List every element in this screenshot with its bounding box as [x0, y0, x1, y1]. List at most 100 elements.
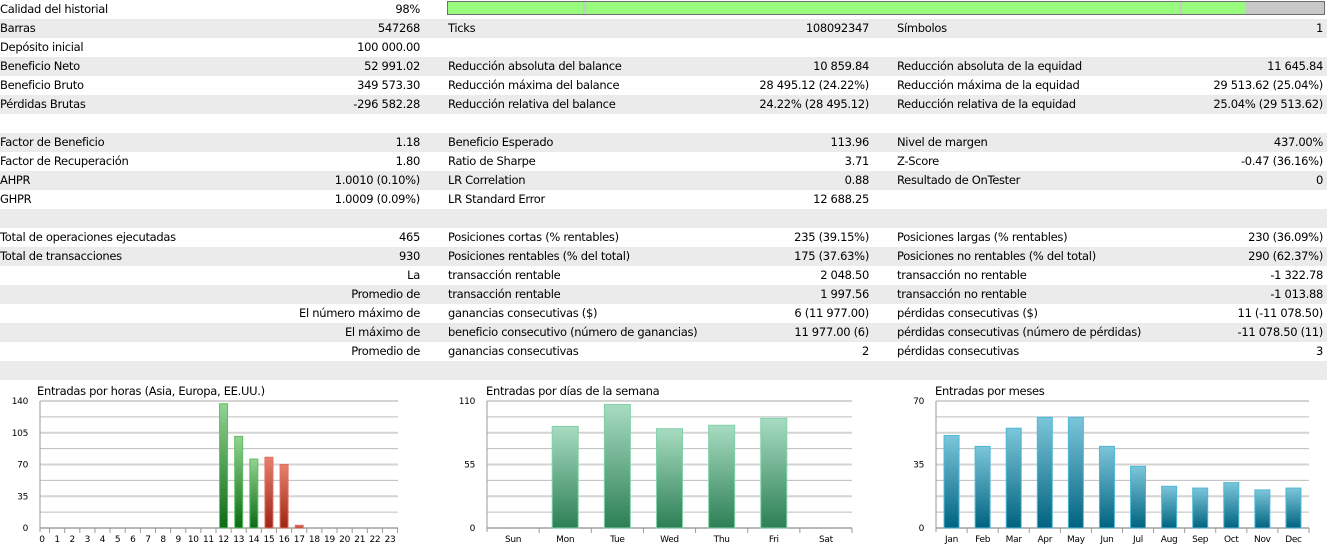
table-row: Promedio de transacción rentable 1 997.56 t…: [0, 285, 1327, 304]
bar-Aug: [1161, 485, 1178, 529]
cell-value: El número máximo de: [299, 306, 420, 320]
x-tick-label: 17: [294, 535, 305, 545]
history-quality-bar: [447, 1, 1325, 15]
cell-value: 113.96: [830, 135, 870, 149]
cell-value: 349 573.30: [357, 78, 420, 92]
cell-label: Posiciones largas (% rentables): [897, 230, 1068, 244]
report-table: Calidad del historial 98% Barras 547268 Ti…: [0, 0, 1327, 380]
bar-Jul: [1130, 465, 1147, 529]
cell-value: Promedio de: [351, 287, 420, 301]
x-tick-label: 7: [145, 535, 150, 545]
cell-value: 12 688.25: [813, 192, 869, 206]
x-tick-label: 9: [175, 535, 181, 545]
table-row: Factor de Beneficio 1.18 Beneficio Esperad…: [0, 133, 1327, 152]
table-row: Beneficio Bruto 349 573.30 Reducción máxim…: [0, 76, 1327, 95]
x-tick-label: 11: [203, 535, 214, 545]
x-tick-label: 13: [233, 535, 244, 545]
cell-label: GHPR: [0, 192, 32, 206]
x-tick-label: Feb: [975, 535, 991, 545]
bar-Fri: [760, 417, 788, 529]
x-tick-label: 22: [369, 535, 380, 545]
x-tick-label: 12: [218, 535, 229, 545]
cell-value: 11 645.84: [1267, 59, 1323, 73]
x-tick-label: Wed: [660, 535, 679, 545]
table-row: Promedio de ganancias consecutivas 2 pérdid…: [0, 342, 1327, 361]
cell-value: 235 (39.15%): [794, 230, 869, 244]
cell-value: 25.04% (29 513.62): [1213, 97, 1323, 111]
cell-value: 52 991.02: [364, 59, 420, 73]
bar-Thu: [708, 424, 736, 529]
bar-Wed: [656, 428, 683, 529]
cell-label: Reducción máxima de la equidad: [897, 78, 1080, 92]
cell-value: -1 013.88: [1270, 287, 1323, 301]
cell-value: 24.22% (28 495.12): [759, 97, 869, 111]
cell-label: Z-Score: [897, 154, 939, 168]
table-row: La transacción rentable 2 048.50 transacció…: [0, 266, 1327, 285]
cell-label: beneficio consecutivo (número de gananci…: [448, 325, 698, 339]
bar-Apr: [1036, 416, 1053, 529]
bar-May: [1067, 416, 1084, 529]
cell-label: Depósito inicial: [0, 40, 84, 54]
x-tick-label: 2: [70, 535, 75, 545]
cell-label: Resultado de OnTester: [897, 173, 1021, 187]
cell-value: 465: [398, 230, 420, 244]
x-tick-label: Thu: [713, 535, 730, 545]
cell-label: pérdidas consecutivas ($): [897, 306, 1038, 320]
bar-17: [294, 524, 304, 529]
cell-label: ganancias consecutivas: [448, 344, 579, 358]
bar-Mar: [1005, 427, 1022, 529]
cell-value: -0.47 (36.16%): [1240, 154, 1323, 168]
cell-label: Beneficio Bruto: [0, 78, 84, 92]
cell-label: Reducción relativa del balance: [448, 97, 616, 111]
cell-label: ganancias consecutivas ($): [448, 306, 598, 320]
cell-value: 28 495.12 (24.22%): [759, 78, 869, 92]
y-tick-label: 0: [23, 524, 29, 534]
cell-value: 1: [1315, 21, 1323, 35]
cell-label: Ticks: [448, 21, 476, 35]
chart-title: Entradas por días de la semana: [486, 384, 660, 398]
table-row: Factor de Recuperación 1.80 Ratio de Sharp…: [0, 152, 1327, 171]
x-tick-label: Fri: [769, 535, 779, 545]
cell-label: Beneficio Neto: [0, 59, 80, 73]
cell-value: -11 078.50 (11): [1237, 325, 1324, 339]
chart-entries-by-month: 0 35 70 Jan Feb Mar Apr May Jun Jul Aug Sep Oct Nov De…: [890, 380, 1327, 560]
cell-label: Total de transacciones: [0, 249, 122, 263]
y-tick-label: 55: [464, 461, 475, 471]
cell-value: 1.0010 (0.10%): [334, 173, 421, 187]
cell-label: LR Standard Error: [448, 192, 545, 206]
cell-value: Promedio de: [351, 344, 420, 358]
cell-value: 11 977.00 (6): [794, 325, 869, 339]
x-tick-label: Jun: [1099, 535, 1113, 545]
cell-label: Beneficio Esperado: [448, 135, 554, 149]
bar-Feb: [974, 445, 991, 529]
x-tick-label: Jan: [944, 535, 958, 545]
bar-Sep: [1192, 487, 1209, 529]
x-tick-label: 18: [309, 535, 320, 545]
x-tick-label: Sat: [819, 535, 834, 545]
cell-label: Nivel de margen: [897, 135, 988, 149]
x-tick-label: 10: [188, 535, 199, 545]
cell-value: 3.71: [844, 154, 870, 168]
bar-Mon: [551, 425, 579, 529]
bar-Oct: [1223, 482, 1240, 529]
x-tick-label: 23: [385, 535, 396, 545]
cell-label: Reducción absoluta de la equidad: [897, 59, 1082, 73]
bar-Jan: [943, 434, 960, 529]
table-row: Depósito inicial 100 000.00: [0, 38, 1327, 57]
table-row: El número máximo de ganancias consecutiva…: [0, 304, 1327, 323]
cell-value: 0.88: [844, 173, 870, 187]
cell-value: 1.0009 (0.09%): [334, 192, 421, 206]
x-tick-label: 3: [85, 535, 90, 545]
x-tick-label: Mon: [556, 535, 574, 545]
bar-Nov: [1254, 489, 1271, 529]
chart-title: Entradas por horas (Asia, Europa, EE.UU.…: [37, 384, 265, 398]
y-tick-label: 35: [17, 492, 28, 502]
cell-value: -296 582.28: [353, 97, 420, 111]
x-tick-label: 19: [324, 535, 335, 545]
x-tick-label: 8: [160, 535, 166, 545]
cell-value: 230 (36.09%): [1248, 230, 1323, 244]
history-quality-value: 98%: [395, 2, 420, 16]
cell-label: transacción no rentable: [897, 268, 1027, 282]
bar-Jun: [1098, 445, 1115, 529]
cell-label: Reducción absoluta del balance: [448, 59, 622, 73]
